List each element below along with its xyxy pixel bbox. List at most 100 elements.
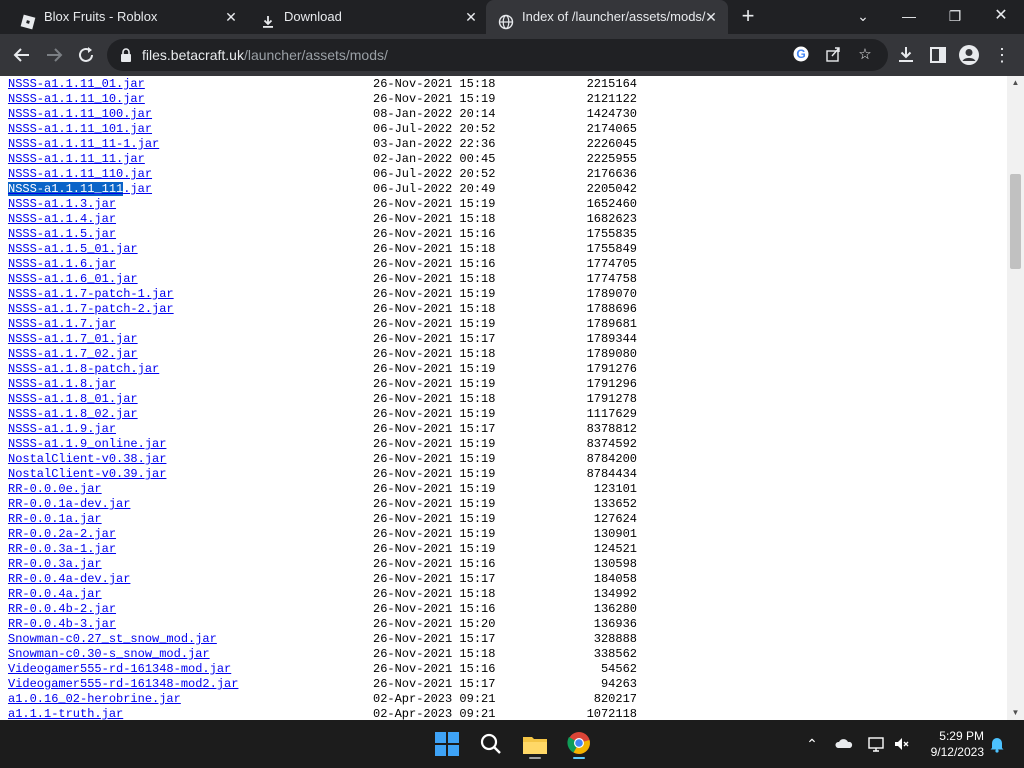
network-icon[interactable]	[866, 734, 886, 754]
file-link[interactable]: NSSS-a1.1.6.jar	[8, 257, 116, 272]
reload-icon[interactable]	[74, 43, 98, 67]
notification-bell-icon[interactable]	[987, 734, 1007, 754]
file-link[interactable]: NSSS-a1.1.11_11.jar	[8, 152, 145, 167]
file-link[interactable]: NSSS-a1.1.6_01.jar	[8, 272, 138, 287]
file-link[interactable]: RR-0.0.4a-dev.jar	[8, 572, 130, 587]
tab-download[interactable]: Download ✕	[240, 0, 488, 34]
file-link[interactable]: Snowman-c0.30-s_snow_mod.jar	[8, 647, 210, 662]
file-size: 1791296	[586, 377, 637, 391]
file-link[interactable]: RR-0.0.3a.jar	[8, 557, 102, 572]
profile-avatar-icon[interactable]	[957, 43, 981, 67]
file-date: 26-Nov-2021 15:19	[373, 317, 496, 331]
new-tab-button[interactable]: +	[736, 5, 760, 29]
file-link[interactable]: NSSS-a1.1.7_01.jar	[8, 332, 138, 347]
bookmark-star-icon[interactable]: ☆	[855, 45, 875, 65]
file-link[interactable]: RR-0.0.0e.jar	[8, 482, 102, 497]
file-date: 26-Nov-2021 15:18	[373, 392, 496, 406]
file-link[interactable]: NSSS-a1.1.7-patch-2.jar	[8, 302, 174, 317]
minimize-button[interactable]: —	[886, 0, 932, 34]
vertical-scrollbar[interactable]: ▲ ▼	[1007, 76, 1024, 720]
file-date: 26-Nov-2021 15:19	[373, 287, 496, 301]
file-size: 2226045	[586, 137, 637, 151]
forward-arrow-icon[interactable]	[42, 43, 66, 67]
file-size: 1789080	[586, 347, 637, 361]
file-link[interactable]: a1.1.1-truth.jar	[8, 707, 123, 720]
file-link[interactable]: NSSS-a1.1.11_11-1.jar	[8, 137, 159, 152]
close-window-button[interactable]: ✕	[978, 0, 1024, 34]
file-link[interactable]: NSSS-a1.1.11_111.jar	[8, 182, 152, 197]
file-link[interactable]: NostalClient-v0.39.jar	[8, 467, 166, 482]
file-link[interactable]: NSSS-a1.1.11_01.jar	[8, 77, 145, 92]
tab-blox-fruits[interactable]: Blox Fruits - Roblox ✕	[0, 0, 248, 34]
file-link[interactable]: Videogamer555-rd-161348-mod2.jar	[8, 677, 238, 692]
file-size: 94263	[600, 677, 637, 691]
clock-date: 9/12/2023	[930, 745, 984, 759]
file-link[interactable]: NSSS-a1.1.7-patch-1.jar	[8, 287, 174, 302]
chevron-up-icon[interactable]: ⌃	[802, 734, 822, 754]
file-link[interactable]: NSSS-a1.1.8_01.jar	[8, 392, 138, 407]
close-tab-icon[interactable]: ✕	[702, 8, 720, 26]
file-link[interactable]: NSSS-a1.1.8_02.jar	[8, 407, 138, 422]
file-link[interactable]: NostalClient-v0.38.jar	[8, 452, 166, 467]
file-link[interactable]: NSSS-a1.1.11_110.jar	[8, 167, 152, 182]
file-date: 26-Nov-2021 15:18	[373, 302, 496, 316]
restore-button[interactable]: ❐	[932, 0, 978, 34]
scroll-down-arrow-icon[interactable]: ▼	[1007, 706, 1024, 720]
search-icon[interactable]	[475, 728, 507, 760]
file-link[interactable]: RR-0.0.2a-2.jar	[8, 527, 116, 542]
downloads-icon[interactable]	[894, 43, 918, 67]
file-link[interactable]: NSSS-a1.1.5_01.jar	[8, 242, 138, 257]
file-link[interactable]: NSSS-a1.1.4.jar	[8, 212, 116, 227]
clock-time: 5:29 PM	[939, 729, 984, 743]
file-date: 26-Nov-2021 15:19	[373, 407, 496, 421]
close-tab-icon[interactable]: ✕	[222, 8, 240, 26]
system-clock[interactable]: 5:29 PM 9/12/2023	[918, 728, 984, 760]
file-size: 8374592	[586, 437, 637, 451]
file-size: 184058	[593, 572, 637, 586]
side-panel-icon[interactable]	[926, 43, 950, 67]
address-bar[interactable]: files.betacraft.uk/launcher/assets/mods/…	[107, 39, 888, 71]
roblox-icon	[20, 9, 36, 30]
file-link[interactable]: RR-0.0.3a-1.jar	[8, 542, 116, 557]
file-explorer-icon[interactable]	[519, 728, 551, 760]
file-link[interactable]: NSSS-a1.1.8-patch.jar	[8, 362, 159, 377]
file-link[interactable]: RR-0.0.1a-dev.jar	[8, 497, 130, 512]
speaker-muted-icon[interactable]	[892, 734, 912, 754]
file-link[interactable]: a1.0.16_02-herobrine.jar	[8, 692, 181, 707]
share-icon[interactable]	[823, 45, 843, 65]
file-link[interactable]: RR-0.0.1a.jar	[8, 512, 102, 527]
scroll-up-arrow-icon[interactable]: ▲	[1007, 76, 1024, 90]
tab-search-chevron-icon[interactable]: ⌄	[840, 0, 886, 34]
file-link[interactable]: NSSS-a1.1.9_online.jar	[8, 437, 166, 452]
lock-icon[interactable]	[119, 47, 133, 63]
file-link[interactable]: RR-0.0.4b-3.jar	[8, 617, 116, 632]
close-tab-icon[interactable]: ✕	[462, 8, 480, 26]
file-link[interactable]: RR-0.0.4b-2.jar	[8, 602, 116, 617]
file-date: 26-Nov-2021 15:20	[373, 617, 496, 631]
file-link[interactable]: NSSS-a1.1.11_10.jar	[8, 92, 145, 107]
file-link[interactable]: Videogamer555-rd-161348-mod.jar	[8, 662, 231, 677]
file-link[interactable]: NSSS-a1.1.7_02.jar	[8, 347, 138, 362]
chrome-icon[interactable]	[563, 728, 595, 760]
file-link[interactable]: NSSS-a1.1.7.jar	[8, 317, 116, 332]
tab-index-mods[interactable]: Index of /launcher/assets/mods/ ✕	[486, 0, 728, 34]
file-link[interactable]: NSSS-a1.1.8.jar	[8, 377, 116, 392]
file-link[interactable]: NSSS-a1.1.5.jar	[8, 227, 116, 242]
file-size: 1789344	[586, 332, 637, 346]
browser-toolbar: files.betacraft.uk/launcher/assets/mods/…	[0, 34, 1024, 76]
onedrive-icon[interactable]	[834, 734, 854, 754]
file-link[interactable]: NSSS-a1.1.9.jar	[8, 422, 116, 437]
kebab-menu-icon[interactable]: ⋮	[990, 43, 1014, 67]
file-link[interactable]: NSSS-a1.1.3.jar	[8, 197, 116, 212]
file-link[interactable]: Snowman-c0.27_st_snow_mod.jar	[8, 632, 217, 647]
scrollbar-thumb[interactable]	[1010, 174, 1021, 269]
windows-start-icon[interactable]	[431, 728, 463, 760]
url-path: /launcher/assets/mods/	[243, 47, 388, 63]
file-size: 1791278	[586, 392, 637, 406]
google-lens-icon[interactable]: G	[791, 45, 811, 65]
file-link[interactable]: NSSS-a1.1.11_100.jar	[8, 107, 152, 122]
file-link[interactable]: RR-0.0.4a.jar	[8, 587, 102, 602]
file-date: 26-Nov-2021 15:19	[373, 527, 496, 541]
file-link[interactable]: NSSS-a1.1.11_101.jar	[8, 122, 152, 137]
back-arrow-icon[interactable]	[10, 43, 34, 67]
